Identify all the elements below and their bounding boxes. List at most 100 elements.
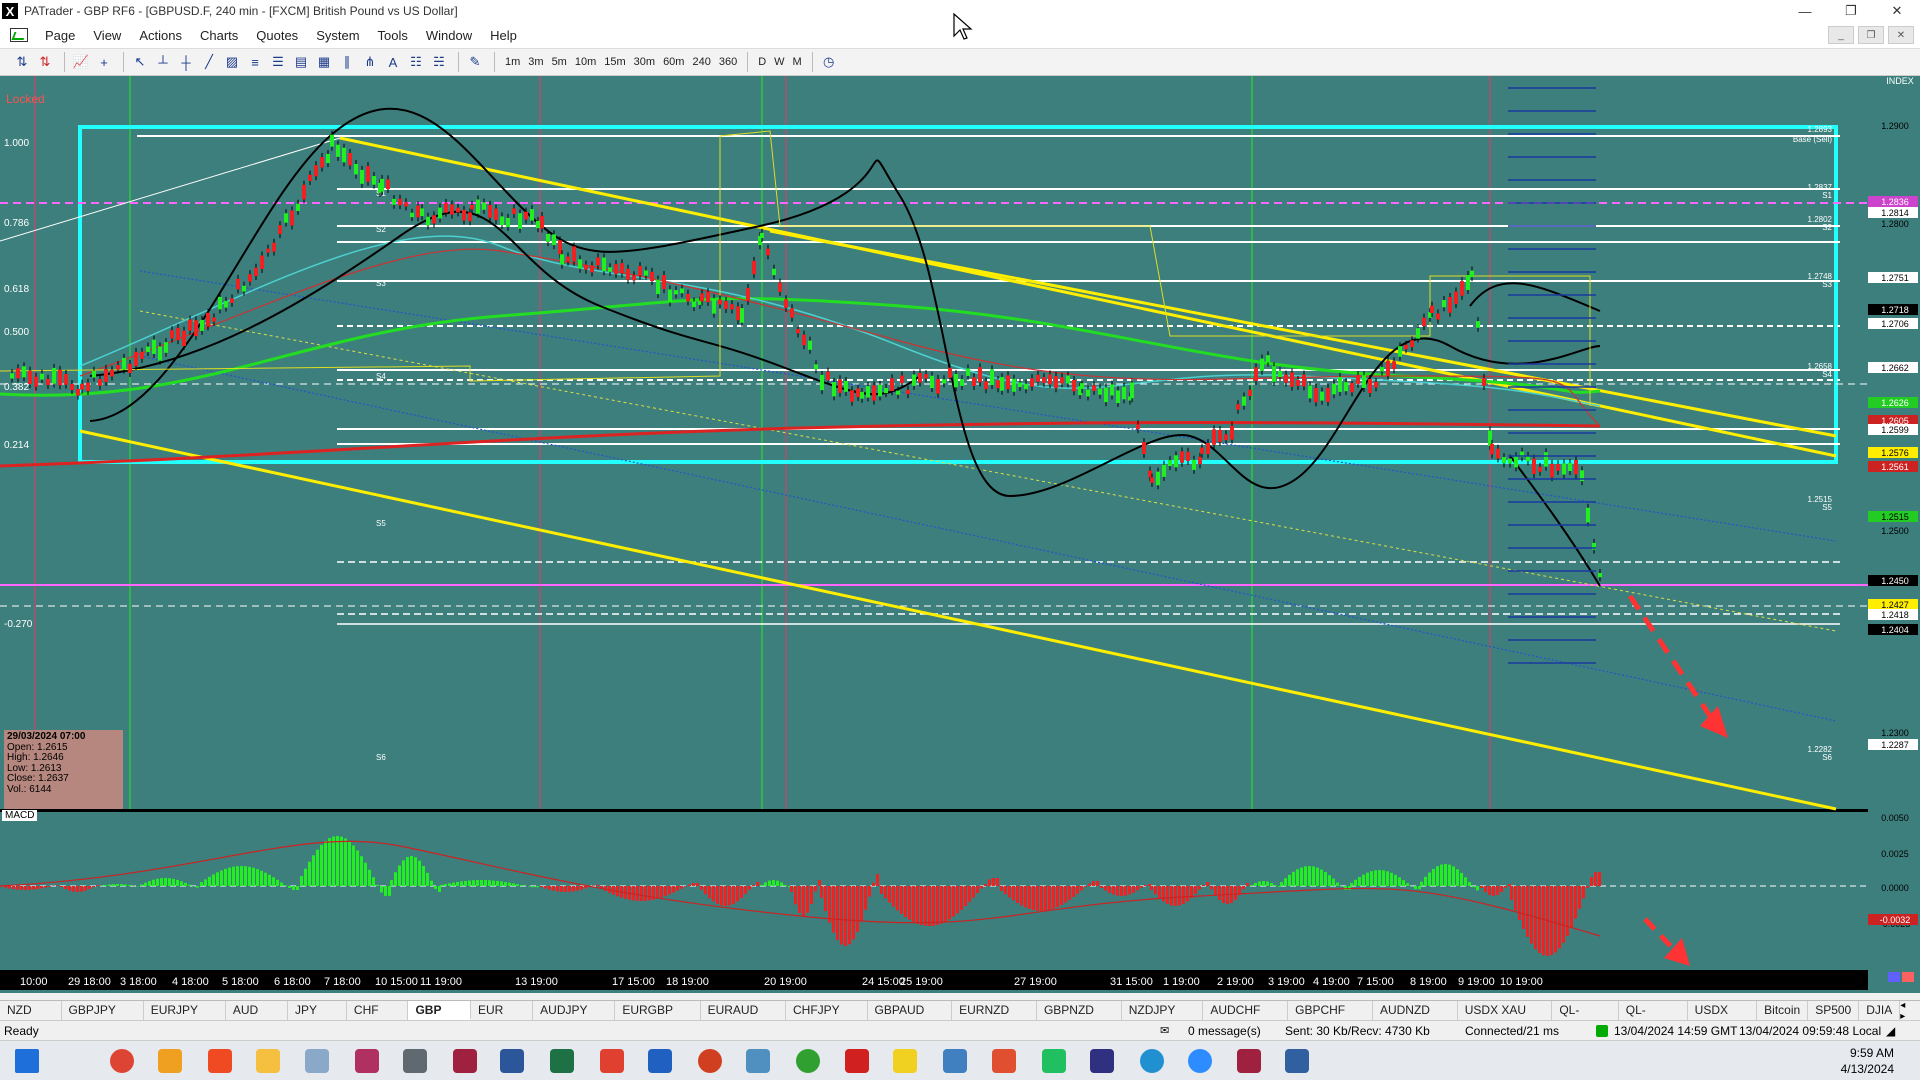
file-explorer-icon[interactable] [256, 1049, 280, 1073]
rectangle-icon[interactable]: ▤ [291, 52, 311, 72]
excel-icon[interactable] [550, 1049, 574, 1073]
chrome-icon[interactable] [110, 1049, 134, 1073]
chart-icon[interactable]: 📈 [71, 52, 91, 72]
symbol-tab[interactable]: SP500 [1808, 1001, 1860, 1020]
c-app-icon[interactable] [992, 1049, 1016, 1073]
tf-weekly[interactable]: W [770, 56, 788, 68]
symbol-tab[interactable]: USDX XAU WTI [1458, 1001, 1553, 1036]
symbol-tab[interactable]: GBPJPY RF6 [62, 1001, 144, 1036]
crosshair-icon[interactable]: + [94, 52, 114, 72]
remote-icon[interactable] [943, 1049, 967, 1073]
nvidia-icon[interactable] [796, 1049, 820, 1073]
sticky-icon[interactable] [893, 1049, 917, 1073]
symbol-tab[interactable]: EUR RF6 [471, 1001, 534, 1036]
menu-charts[interactable]: Charts [191, 28, 247, 43]
patrader3-icon[interactable] [1237, 1049, 1261, 1073]
zoom-icon[interactable] [1188, 1049, 1212, 1073]
tf-240[interactable]: 240 [688, 56, 714, 68]
image-app-icon[interactable] [746, 1049, 770, 1073]
symbol-tab[interactable]: USDX RF6 [1688, 1001, 1758, 1036]
close-button[interactable]: ✕ [1874, 0, 1920, 22]
symbol-tab[interactable]: CHF RF6 [347, 1001, 409, 1036]
menu-quotes[interactable]: Quotes [247, 28, 307, 43]
symbol-tab[interactable]: GBPCHF RF6 [1288, 1001, 1373, 1036]
brave-icon[interactable] [208, 1049, 232, 1073]
symbol-tab[interactable]: QL-Majors [1552, 1001, 1619, 1036]
tf-monthly[interactable]: M [789, 56, 806, 68]
menu-view[interactable]: View [84, 28, 130, 43]
telegram-icon[interactable] [1140, 1049, 1164, 1073]
symbol-tab[interactable]: GBPNZD RF6 [1037, 1001, 1122, 1036]
symbol-tab[interactable]: AUDCHF RF6 [1203, 1001, 1289, 1036]
pointer-icon[interactable]: ↖ [130, 52, 150, 72]
menu-window[interactable]: Window [417, 28, 481, 43]
symbol-tab[interactable]: Bitcoin [1757, 1001, 1809, 1020]
buy-icon[interactable]: ⇅ [12, 52, 32, 72]
symbol-tab[interactable]: AUD RF6 [226, 1001, 289, 1036]
symbol-tab[interactable]: NZD RF6 [0, 1001, 62, 1036]
levels-icon[interactable]: ☷ [406, 52, 426, 72]
tf-30m[interactable]: 30m [630, 56, 659, 68]
symbol-tab[interactable]: GBP RF6 [408, 1001, 472, 1036]
cycle-icon[interactable]: ∥ [337, 52, 357, 72]
tf-1m[interactable]: 1m [501, 56, 524, 68]
word-icon[interactable] [500, 1049, 524, 1073]
menu-tools[interactable]: Tools [369, 28, 417, 43]
s-blue-app-icon[interactable] [648, 1049, 672, 1073]
powerpoint-icon[interactable] [698, 1049, 722, 1073]
vline-icon[interactable]: ┼ [176, 52, 196, 72]
notes-icon[interactable] [305, 1049, 329, 1073]
tab-scroll-icon[interactable]: ◂ ▸ [1900, 1000, 1912, 1022]
app-icon[interactable]: X [2, 3, 18, 19]
symbol-tab[interactable]: AUDNZD RF6 [1373, 1001, 1458, 1036]
chart-area[interactable]: INDEX 1.000 0.786 0.618 0.500 0.382 0.214 -0.27… [0, 76, 1920, 993]
fib-ext-icon[interactable]: ☰ [268, 52, 288, 72]
patrader2-icon[interactable] [453, 1049, 477, 1073]
symbol-tab[interactable]: QL-Exotics [1619, 1001, 1688, 1036]
channel-icon[interactable]: ▨ [222, 52, 242, 72]
quote-app-icon[interactable] [1090, 1049, 1114, 1073]
tf-3m[interactable]: 3m [524, 56, 547, 68]
symbol-tab[interactable]: EURAUD RF6 [701, 1001, 786, 1036]
symbol-tab[interactable]: EURJPY RF6 [144, 1001, 226, 1036]
clock-icon[interactable]: ◷ [819, 52, 839, 72]
sell-icon[interactable]: ⇅ [35, 52, 55, 72]
price-chart[interactable]: INDEX1.0000.7860.6180.5000.3820.214-0.27… [0, 76, 1920, 993]
tf-60m[interactable]: 60m [659, 56, 688, 68]
tf-daily[interactable]: D [754, 56, 770, 68]
trendline-icon[interactable]: ╱ [199, 52, 219, 72]
c-green-app-icon[interactable] [1042, 1049, 1066, 1073]
calculator-icon[interactable] [403, 1049, 427, 1073]
symbol-tab[interactable]: JPY RF6 [288, 1001, 347, 1036]
windows-start-icon[interactable] [15, 1049, 39, 1073]
menu-system[interactable]: System [307, 28, 368, 43]
symbol-tab[interactable]: EURNZD RF6 [952, 1001, 1037, 1036]
mdi-restore-button[interactable]: ❐ [1858, 26, 1884, 44]
mail-app-icon[interactable] [158, 1049, 182, 1073]
tf-5m[interactable]: 5m [548, 56, 571, 68]
hline-icon[interactable]: ┴ [153, 52, 173, 72]
restore-button[interactable]: ❐ [1828, 0, 1874, 22]
mdi-minimize-button[interactable]: _ [1828, 26, 1854, 44]
symbol-tab[interactable]: NZDJPY RF6 [1122, 1001, 1204, 1036]
menu-help[interactable]: Help [481, 28, 526, 43]
chart-app-icon[interactable] [10, 28, 28, 42]
tf-15m[interactable]: 15m [600, 56, 629, 68]
s-app-icon[interactable] [600, 1049, 624, 1073]
text-icon[interactable]: A [383, 52, 403, 72]
symbol-tab[interactable]: AUDJPY RF6 [533, 1001, 616, 1036]
symbol-tab[interactable]: GBPAUD RF6 [868, 1001, 953, 1036]
taskbar-clock[interactable]: 9:59 AM 4/13/2024 [1841, 1045, 1894, 1077]
menu-actions[interactable]: Actions [130, 28, 191, 43]
mail-icon[interactable]: ✉ [1160, 1024, 1169, 1037]
menu-page[interactable]: Page [36, 28, 84, 43]
symbol-tab[interactable]: EURGBP RF6 [615, 1001, 701, 1036]
red-app-icon[interactable] [845, 1049, 869, 1073]
gann-icon[interactable]: ▦ [314, 52, 334, 72]
tf-360[interactable]: 360 [715, 56, 741, 68]
star-app-icon[interactable] [1285, 1049, 1309, 1073]
fib-icon[interactable]: ≡ [245, 52, 265, 72]
pitchfork-icon[interactable]: ⋔ [360, 52, 380, 72]
draw-icon[interactable]: ✎ [465, 52, 485, 72]
minimize-button[interactable]: — [1782, 0, 1828, 22]
